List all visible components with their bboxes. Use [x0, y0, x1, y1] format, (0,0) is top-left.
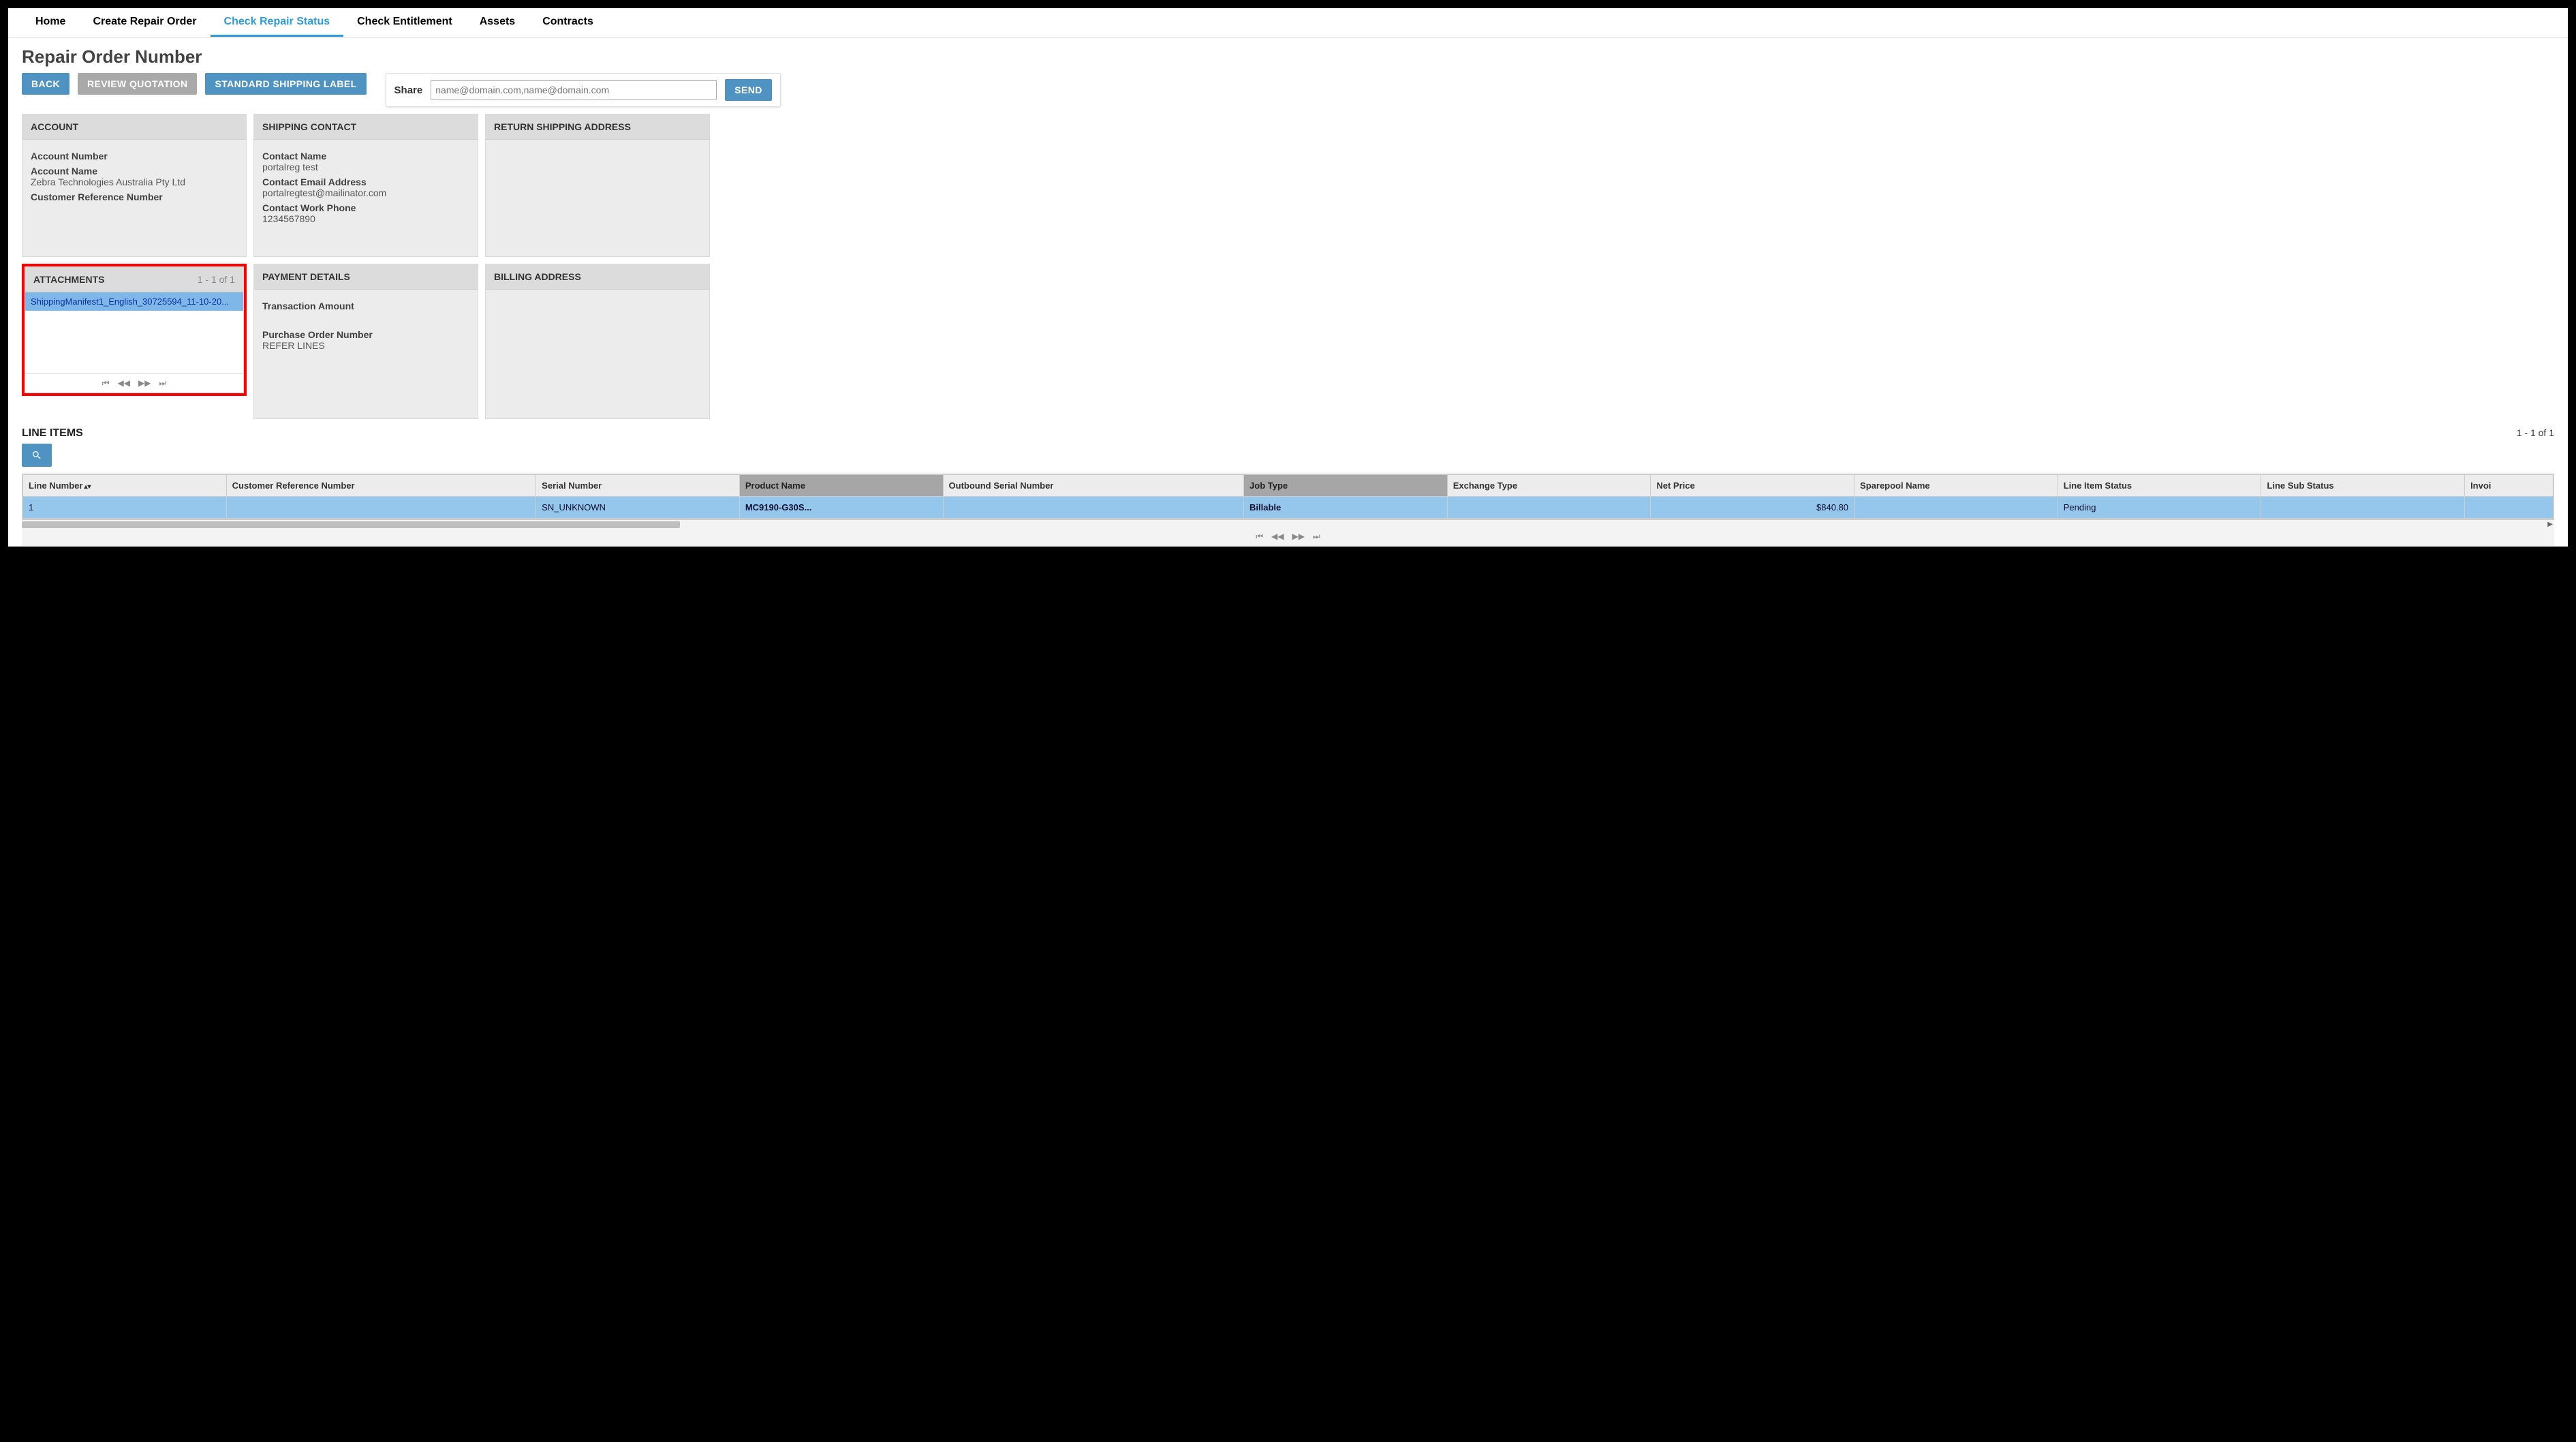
billing-header: BILLING ADDRESS — [486, 264, 709, 290]
attachments-count: 1 - 1 of 1 — [198, 274, 235, 285]
sort-icon: ▴▾ — [84, 483, 91, 491]
panels-grid: ACCOUNT Account Number Account Name Zebr… — [8, 114, 2568, 419]
col-job-type[interactable]: Job Type — [1244, 475, 1448, 497]
nav-home[interactable]: Home — [22, 9, 79, 37]
payment-title: PAYMENT DETAILS — [262, 271, 350, 282]
account-number-label: Account Number — [31, 151, 238, 162]
share-label: Share — [394, 85, 423, 96]
cell-product: MC9190-G30S... — [739, 497, 943, 519]
cell-outbound-serial — [943, 497, 1244, 519]
shipping-contact-title: SHIPPING CONTACT — [262, 121, 356, 132]
po-number-label: Purchase Order Number — [262, 329, 469, 340]
line-items-pager: ⏮ ◀◀ ▶▶ ⏭ — [22, 529, 2554, 546]
account-name-value: Zebra Technologies Australia Pty Ltd — [31, 177, 238, 187]
table-pager-first-icon[interactable]: ⏮ — [1256, 532, 1263, 542]
po-number-value: REFER LINES — [262, 340, 469, 351]
attachments-panel: ATTACHMENTS 1 - 1 of 1 ShippingManifest1… — [25, 266, 244, 393]
col-line-status[interactable]: Line Item Status — [2058, 475, 2261, 497]
cell-job-type: Billable — [1244, 497, 1448, 519]
col-sparepool[interactable]: Sparepool Name — [1855, 475, 2058, 497]
contact-email-label: Contact Email Address — [262, 177, 469, 187]
col-serial[interactable]: Serial Number — [536, 475, 740, 497]
contact-name-value: portalreg test — [262, 162, 469, 172]
nav-create-repair-order[interactable]: Create Repair Order — [79, 9, 210, 37]
cell-cust-ref — [226, 497, 536, 519]
scroll-right-icon[interactable]: ▶ — [2547, 521, 2553, 528]
contact-phone-value: 1234567890 — [262, 213, 469, 224]
line-items-section: LINE ITEMS 1 - 1 of 1 Line Number▴▾ Cust… — [8, 419, 2568, 546]
nav-contracts[interactable]: Contracts — [529, 9, 607, 37]
line-items-table: Line Number▴▾ Customer Reference Number … — [22, 474, 2554, 519]
nav-assets[interactable]: Assets — [466, 9, 529, 37]
search-icon — [31, 450, 42, 461]
cell-line-number: 1 — [23, 497, 227, 519]
table-row[interactable]: 1 SN_UNKNOWN MC9190-G30S... Billable $84… — [23, 497, 2554, 519]
horizontal-scrollbar[interactable]: ◀ ▶ — [22, 519, 2554, 529]
table-pager-last-icon[interactable]: ⏭ — [1313, 532, 1320, 542]
standard-shipping-label-button[interactable]: STANDARD SHIPPING LABEL — [205, 73, 366, 95]
col-net-price[interactable]: Net Price — [1651, 475, 1855, 497]
contact-phone-label: Contact Work Phone — [262, 202, 469, 213]
app-window: Home Create Repair Order Check Repair St… — [8, 8, 2568, 547]
attachments-pager: ⏮ ◀◀ ▶▶ ⏭ — [25, 374, 243, 393]
col-line-number[interactable]: Line Number▴▾ — [23, 475, 227, 497]
cell-exchange-type — [1447, 497, 1651, 519]
cell-net-price: $840.80 — [1651, 497, 1855, 519]
cell-sub-status — [2261, 497, 2465, 519]
col-sub-status[interactable]: Line Sub Status — [2261, 475, 2465, 497]
review-quotation-button[interactable]: REVIEW QUOTATION — [78, 73, 197, 95]
nav-check-entitlement[interactable]: Check Entitlement — [343, 9, 466, 37]
share-box: Share SEND — [386, 73, 781, 107]
account-name-label: Account Name — [31, 166, 238, 177]
cust-ref-label: Customer Reference Number — [31, 191, 238, 202]
return-shipping-panel: RETURN SHIPPING ADDRESS — [485, 114, 710, 257]
shipping-contact-panel: SHIPPING CONTACT Contact Name portalreg … — [253, 114, 478, 257]
transaction-amount-label: Transaction Amount — [262, 301, 469, 311]
table-pager-prev-icon[interactable]: ◀◀ — [1271, 532, 1284, 542]
col-cust-ref[interactable]: Customer Reference Number — [226, 475, 536, 497]
send-button[interactable]: SEND — [725, 79, 772, 101]
nav-check-repair-status[interactable]: Check Repair Status — [211, 9, 344, 37]
billing-title: BILLING ADDRESS — [494, 271, 581, 282]
share-input[interactable] — [431, 80, 717, 99]
account-panel-header: ACCOUNT — [22, 114, 246, 140]
billing-panel: BILLING ADDRESS — [485, 264, 710, 419]
toolbar: BACK REVIEW QUOTATION STANDARD SHIPPING … — [8, 73, 2568, 114]
col-invoice[interactable]: Invoi — [2465, 475, 2554, 497]
attachments-header: ATTACHMENTS 1 - 1 of 1 — [25, 267, 243, 292]
col-exchange-type[interactable]: Exchange Type — [1447, 475, 1651, 497]
back-button[interactable]: BACK — [22, 73, 69, 95]
top-nav: Home Create Repair Order Check Repair St… — [8, 8, 2568, 38]
return-shipping-title: RETURN SHIPPING ADDRESS — [494, 121, 631, 132]
contact-email-value: portalregtest@mailinator.com — [262, 187, 469, 198]
pager-last-icon[interactable]: ⏭ — [159, 378, 166, 388]
line-items-count: 1 - 1 of 1 — [2517, 427, 2554, 438]
table-pager-next-icon[interactable]: ▶▶ — [1292, 532, 1305, 542]
pager-prev-icon[interactable]: ◀◀ — [118, 378, 130, 388]
account-panel-title: ACCOUNT — [31, 121, 78, 132]
cell-serial: SN_UNKNOWN — [536, 497, 740, 519]
line-items-search-button[interactable] — [22, 444, 52, 467]
line-items-title: LINE ITEMS — [22, 427, 83, 440]
payment-header: PAYMENT DETAILS — [254, 264, 478, 290]
account-panel: ACCOUNT Account Number Account Name Zebr… — [22, 114, 247, 257]
cell-line-status: Pending — [2058, 497, 2261, 519]
return-shipping-header: RETURN SHIPPING ADDRESS — [486, 114, 709, 140]
pager-next-icon[interactable]: ▶▶ — [138, 378, 151, 388]
shipping-contact-header: SHIPPING CONTACT — [254, 114, 478, 140]
line-items-table-wrap: Line Number▴▾ Customer Reference Number … — [22, 474, 2554, 519]
page-title: Repair Order Number — [8, 38, 2568, 73]
payment-panel: PAYMENT DETAILS Transaction Amount Purch… — [253, 264, 478, 419]
cell-sparepool — [1855, 497, 2058, 519]
col-outbound-serial[interactable]: Outbound Serial Number — [943, 475, 1244, 497]
attachment-link[interactable]: ShippingManifest1_English_30725594_11-10… — [25, 292, 243, 311]
attachments-title: ATTACHMENTS — [33, 274, 104, 285]
scrollbar-thumb[interactable] — [22, 521, 680, 528]
col-product-name[interactable]: Product Name — [739, 475, 943, 497]
contact-name-label: Contact Name — [262, 151, 469, 162]
attachments-highlight: ATTACHMENTS 1 - 1 of 1 ShippingManifest1… — [22, 264, 247, 396]
attachments-list: ShippingManifest1_English_30725594_11-10… — [25, 292, 243, 374]
pager-first-icon[interactable]: ⏮ — [102, 378, 110, 388]
cell-invoice — [2465, 497, 2554, 519]
